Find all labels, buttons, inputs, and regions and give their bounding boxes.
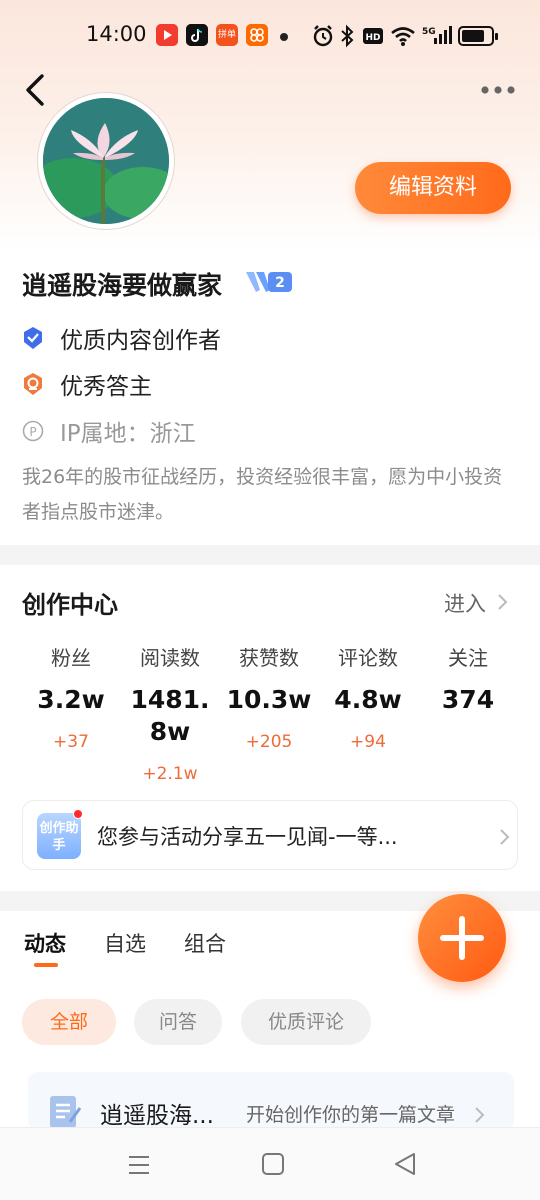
ip-location: IP属地：浙江	[60, 421, 196, 447]
stat-value: 10.3w	[226, 685, 312, 714]
creation-center-title: 创作中心	[22, 591, 118, 619]
tab-dynamics[interactable]: 动态	[24, 928, 66, 958]
back-triangle-icon[interactable]	[392, 1151, 418, 1177]
level-badge: 2	[246, 272, 292, 292]
ip-location-icon: P	[22, 420, 44, 442]
section-divider	[0, 545, 540, 565]
honor-label: 优质内容创作者	[60, 328, 221, 354]
stat-label: 关注	[448, 646, 488, 670]
create-post-button[interactable]	[418, 894, 506, 982]
svg-text:HD: HD	[365, 33, 380, 43]
stat-delta: +205	[245, 732, 293, 752]
profile-bio: 我26年的股市征战经历，投资经验很丰富，愿为中小投资者指点股市迷津。	[22, 466, 503, 523]
svg-text:5G: 5G	[422, 27, 436, 37]
chevron-right-icon[interactable]	[497, 592, 509, 612]
stat-delta: +2.1w	[142, 764, 198, 784]
stat-value: 3.2w	[37, 685, 105, 714]
active-tab-indicator	[34, 963, 58, 967]
svg-text:P: P	[29, 425, 36, 439]
signal-icon: 5G	[422, 26, 452, 44]
status-time: 14:00	[86, 22, 147, 46]
profile-name: 逍遥股海要做赢家	[22, 271, 223, 300]
first-article-card[interactable]: 逍遥股海... 开始创作你的第一篇文章	[28, 1072, 514, 1130]
video-app-icon	[156, 24, 178, 46]
stat-value: 374	[441, 685, 495, 714]
tab-portfolio[interactable]: 组合	[184, 928, 226, 958]
chevron-right-icon	[500, 829, 510, 845]
stat-delta: +94	[350, 732, 386, 752]
camera-app-icon	[246, 24, 268, 46]
filter-qa[interactable]: 问答	[134, 999, 222, 1045]
bluetooth-icon	[341, 24, 354, 48]
stat-label: 粉丝	[51, 646, 91, 670]
honor-label: 优秀答主	[60, 374, 152, 400]
wifi-icon	[391, 27, 415, 46]
creation-assistant-icon: 创作助手	[37, 813, 81, 859]
home-icon[interactable]	[260, 1151, 286, 1177]
article-author-name: 逍遥股海...	[100, 1103, 214, 1129]
avatar[interactable]	[38, 93, 174, 229]
filter-quality-comments[interactable]: 优质评论	[241, 999, 371, 1045]
honor-quality-creator: 优质内容创作者	[22, 323, 221, 354]
shopping-app-icon: 拼单	[216, 24, 238, 46]
stat-label: 评论数	[338, 646, 398, 670]
stat-value: 1481.8w	[130, 685, 210, 746]
back-button[interactable]	[18, 70, 58, 110]
activity-banner[interactable]: 创作助手 您参与活动分享五一见闻-一等...	[22, 800, 518, 870]
filter-all[interactable]: 全部	[22, 999, 116, 1045]
stat-value: 4.8w	[334, 685, 402, 714]
honor-excellent-answerer: 优秀答主	[22, 369, 152, 400]
article-hint: 开始创作你的第一篇文章	[246, 1104, 456, 1126]
hd-icon: HD	[363, 28, 383, 44]
excellent-answerer-badge-icon	[24, 373, 42, 395]
stat-delta: +37	[53, 732, 89, 752]
ip-location-row: P IP属地：浙江	[22, 416, 196, 447]
system-nav-bar	[0, 1127, 540, 1200]
plus-icon	[440, 916, 484, 960]
edit-profile-button[interactable]: 编辑资料	[355, 162, 511, 214]
status-bar: 14:00 拼单 HD 5G	[0, 0, 540, 72]
activity-text: 您参与活动分享五一见闻-一等...	[97, 825, 398, 849]
tiktok-icon	[186, 24, 208, 46]
creation-center-enter-link[interactable]: 进入	[444, 588, 486, 618]
alarm-icon	[313, 25, 333, 47]
menu-icon[interactable]	[126, 1152, 152, 1178]
tab-watchlist[interactable]: 自选	[104, 928, 146, 958]
more-dots-icon[interactable]	[478, 80, 518, 100]
stat-label: 阅读数	[140, 646, 200, 670]
stat-label: 获赞数	[239, 646, 299, 670]
chevron-right-icon	[475, 1107, 485, 1123]
battery-icon	[458, 26, 498, 46]
quality-creator-badge-icon	[24, 327, 42, 349]
svg-text:2: 2	[275, 275, 285, 291]
unread-dot	[73, 809, 83, 819]
article-icon	[50, 1096, 82, 1128]
notification-dot	[280, 33, 288, 41]
